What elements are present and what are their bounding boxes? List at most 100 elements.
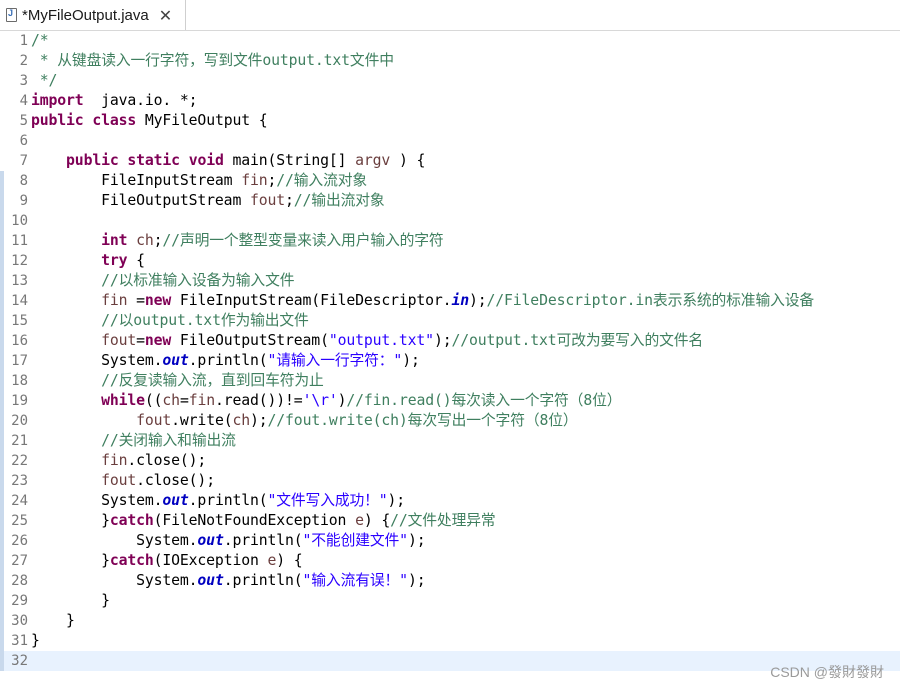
code-text: fout=new FileOutputStream("output.txt");… [31,331,703,351]
code-token: "文件写入成功！" [267,492,388,509]
code-token: ) { [276,552,303,569]
code-line[interactable]: 16 fout=new FileOutputStream("output.txt… [0,331,900,351]
code-line[interactable]: 14 fin =new FileInputStream(FileDescript… [0,291,900,311]
code-line[interactable]: 18 //反复读输入流，直到回车符为止 [0,371,900,391]
code-text: //反复读输入流，直到回车符为止 [31,371,324,391]
code-token: //fin.read()每次读入一个字符（8位） [346,392,622,409]
code-line[interactable]: 3 */ [0,71,900,91]
code-editor[interactable]: 1/* 2 * 从键盘读入一行字符，写到文件output.txt文件中 3 */4 i… [0,30,900,690]
code-line[interactable]: 19 while((ch=fin.read())!='\r')//fin.rea… [0,391,900,411]
code-token: //以output.txt作为输出文件 [101,312,309,329]
code-token: class [92,112,137,129]
code-token: static [127,152,180,169]
line-number: 24 [11,493,28,509]
code-text: import java.io. *; [31,91,198,111]
line-number: 13 [11,273,28,289]
code-line[interactable]: 21 //关闭输入和输出流 [0,431,900,451]
code-token: while [101,392,145,409]
line-number: 4 [19,93,28,109]
code-token: java.io. *; [83,92,198,109]
code-text: public class MyFileOutput { [31,111,268,131]
code-line[interactable]: 29 } [0,591,900,611]
code-token: .write( [171,412,233,429]
code-line[interactable]: 5 public class MyFileOutput { [0,111,900,131]
code-text: */ [31,71,58,91]
line-number: 27 [11,553,28,569]
code-text: fout.write(ch);//fout.write(ch)每次写出一个字符（… [31,411,578,431]
code-line[interactable]: 23 fout.close(); [0,471,900,491]
code-line[interactable]: 10 [0,211,900,231]
java-file-icon [6,8,17,22]
code-line[interactable]: 26 System.out.println("不能创建文件"); [0,531,900,551]
code-line[interactable]: 9 FileOutputStream fout;//输出流对象 [0,191,900,211]
code-line[interactable]: 8 FileInputStream fin;//输入流对象 [0,171,900,191]
code-line[interactable]: 13 //以标准输入设备为输入文件 [0,271,900,291]
line-number: 21 [11,433,28,449]
code-line[interactable]: 24 System.out.println("文件写入成功！"); [0,491,900,511]
code-token: .close(); [127,452,207,469]
code-token: .println( [223,572,303,589]
code-line[interactable]: 25 }catch(FileNotFoundException e) {//文件… [0,511,900,531]
code-line[interactable]: 27 }catch(IOException e) { [0,551,900,571]
code-token: */ [31,72,58,89]
code-text: //以标准输入设备为输入文件 [31,271,294,291]
code-token: (IOException [153,552,268,569]
code-text: public static void main(String[] argv ) … [31,151,425,171]
code-token: fout [249,192,286,209]
code-token: ); [387,492,406,509]
code-line[interactable]: 28 System.out.println("输入流有误！"); [0,571,900,591]
line-number: 31 [11,633,28,649]
code-line[interactable]: 7 public static void main(String[] argv … [0,151,900,171]
code-token: { [127,252,145,269]
code-line[interactable]: 6 [0,131,900,151]
code-token: System. [31,572,198,589]
line-number: 7 [19,153,28,169]
code-text: FileOutputStream fout;//输出流对象 [31,191,385,211]
code-line[interactable]: 4 import java.io. *; [0,91,900,111]
code-token: new [144,292,172,309]
line-number: 11 [11,233,28,249]
code-token: ch [162,392,180,409]
code-token: //输入流对象 [276,172,368,189]
close-icon[interactable]: ✕ [159,6,172,25]
code-line[interactable]: 22 fin.close(); [0,451,900,471]
code-line[interactable]: 31} [0,631,900,651]
code-token: //声明一个整型变量来读入用户输入的字符 [162,232,444,249]
code-text: //以output.txt作为输出文件 [31,311,309,331]
code-token: fin [101,292,128,309]
line-number: 22 [11,453,28,469]
code-token: "请输入一行字符：" [267,352,403,369]
code-token: //output.txt可改为要写入的文件名 [451,332,704,349]
code-token: .close(); [136,472,215,489]
code-token: in [451,292,469,309]
code-line[interactable]: 15 //以output.txt作为输出文件 [0,311,900,331]
code-line[interactable]: 11 int ch;//声明一个整型变量来读入用户输入的字符 [0,231,900,251]
code-line[interactable]: 2 * 从键盘读入一行字符，写到文件output.txt文件中 [0,51,900,71]
line-number: 14 [11,293,28,309]
code-line[interactable]: 1/* [0,31,900,51]
code-token: "不能创建文件" [302,532,409,549]
line-number: 17 [11,353,28,369]
line-number: 16 [11,333,28,349]
code-token: import [31,92,84,109]
code-token: = [179,392,189,409]
code-line[interactable]: 30 } [0,611,900,631]
code-line[interactable]: 12 try { [0,251,900,271]
code-token: out [162,352,189,369]
code-token: main(String[] [223,152,356,169]
tab-myfileoutput-java[interactable]: *MyFileOutput.java ✕ [0,0,186,30]
code-text: * 从键盘读入一行字符，写到文件output.txt文件中 [31,51,394,71]
code-line[interactable]: 17 System.out.println("请输入一行字符："); [0,351,900,371]
code-line[interactable]: 32 [0,651,900,671]
code-line[interactable]: 20 fout.write(ch);//fout.write(ch)每次写出一个… [0,411,900,431]
line-number: 26 [11,533,28,549]
code-text: int ch;//声明一个整型变量来读入用户输入的字符 [31,231,444,251]
tab-title: *MyFileOutput.java [22,6,149,24]
code-text: } [31,611,75,631]
code-token: //关闭输入和输出流 [101,432,236,449]
